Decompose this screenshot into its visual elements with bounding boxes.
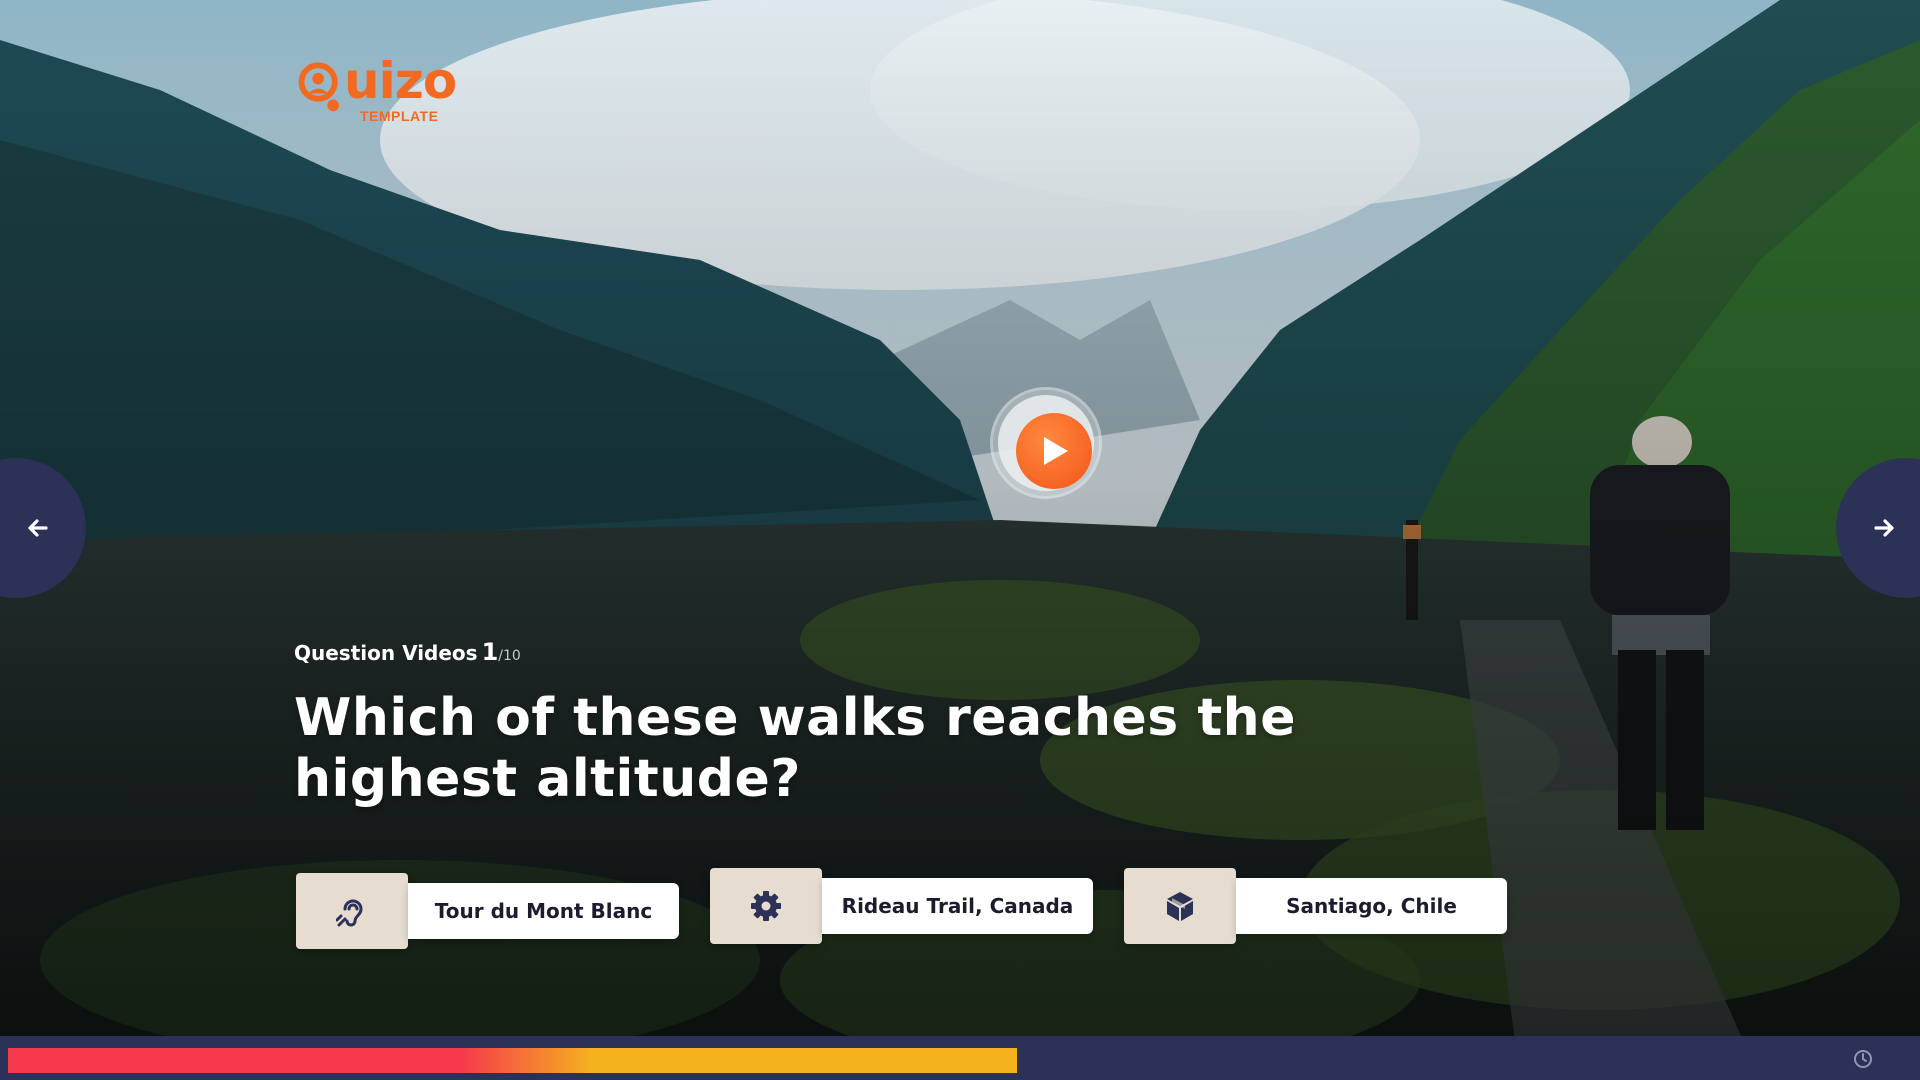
answer-label: Santiago, Chile (1286, 894, 1457, 918)
question-total: /10 (498, 648, 521, 664)
arrow-left-icon (28, 519, 48, 537)
question-number: 1 (481, 638, 499, 666)
play-button[interactable] (1016, 413, 1092, 489)
question-label: Question Videos (294, 641, 478, 665)
video-play-control (990, 387, 1102, 499)
answer-label-box: Santiago, Chile (1236, 878, 1507, 934)
arrow-right-icon (1874, 519, 1894, 537)
timer-progress (8, 1048, 1017, 1073)
timer-bar (0, 1036, 1920, 1080)
answer-icon-box (710, 868, 822, 944)
answer-icon-box (296, 873, 408, 949)
cube-icon (1167, 892, 1193, 921)
answer-label-box: Rideau Trail, Canada (822, 878, 1093, 934)
gear-icon (751, 891, 781, 921)
brand-logo[interactable]: uizo TEMPLATE (294, 52, 494, 128)
question-counter: Question Videos 1/10 (294, 638, 521, 666)
logo-wordmark: uizo (344, 52, 457, 110)
answer-label: Rideau Trail, Canada (841, 894, 1074, 918)
clock-icon (1854, 1050, 1872, 1068)
answer-icon-box (1124, 868, 1236, 944)
answer-label: Tour du Mont Blanc (434, 899, 653, 923)
play-icon (1044, 437, 1068, 465)
answer-label-box: Tour du Mont Blanc (408, 883, 679, 939)
logo-subtitle: TEMPLATE (360, 108, 439, 124)
hearing-icon (336, 899, 363, 927)
play-ring (998, 395, 1094, 491)
logo-mark-icon (298, 62, 339, 112)
question-text: Which of these walks reaches the highest… (294, 688, 1296, 809)
